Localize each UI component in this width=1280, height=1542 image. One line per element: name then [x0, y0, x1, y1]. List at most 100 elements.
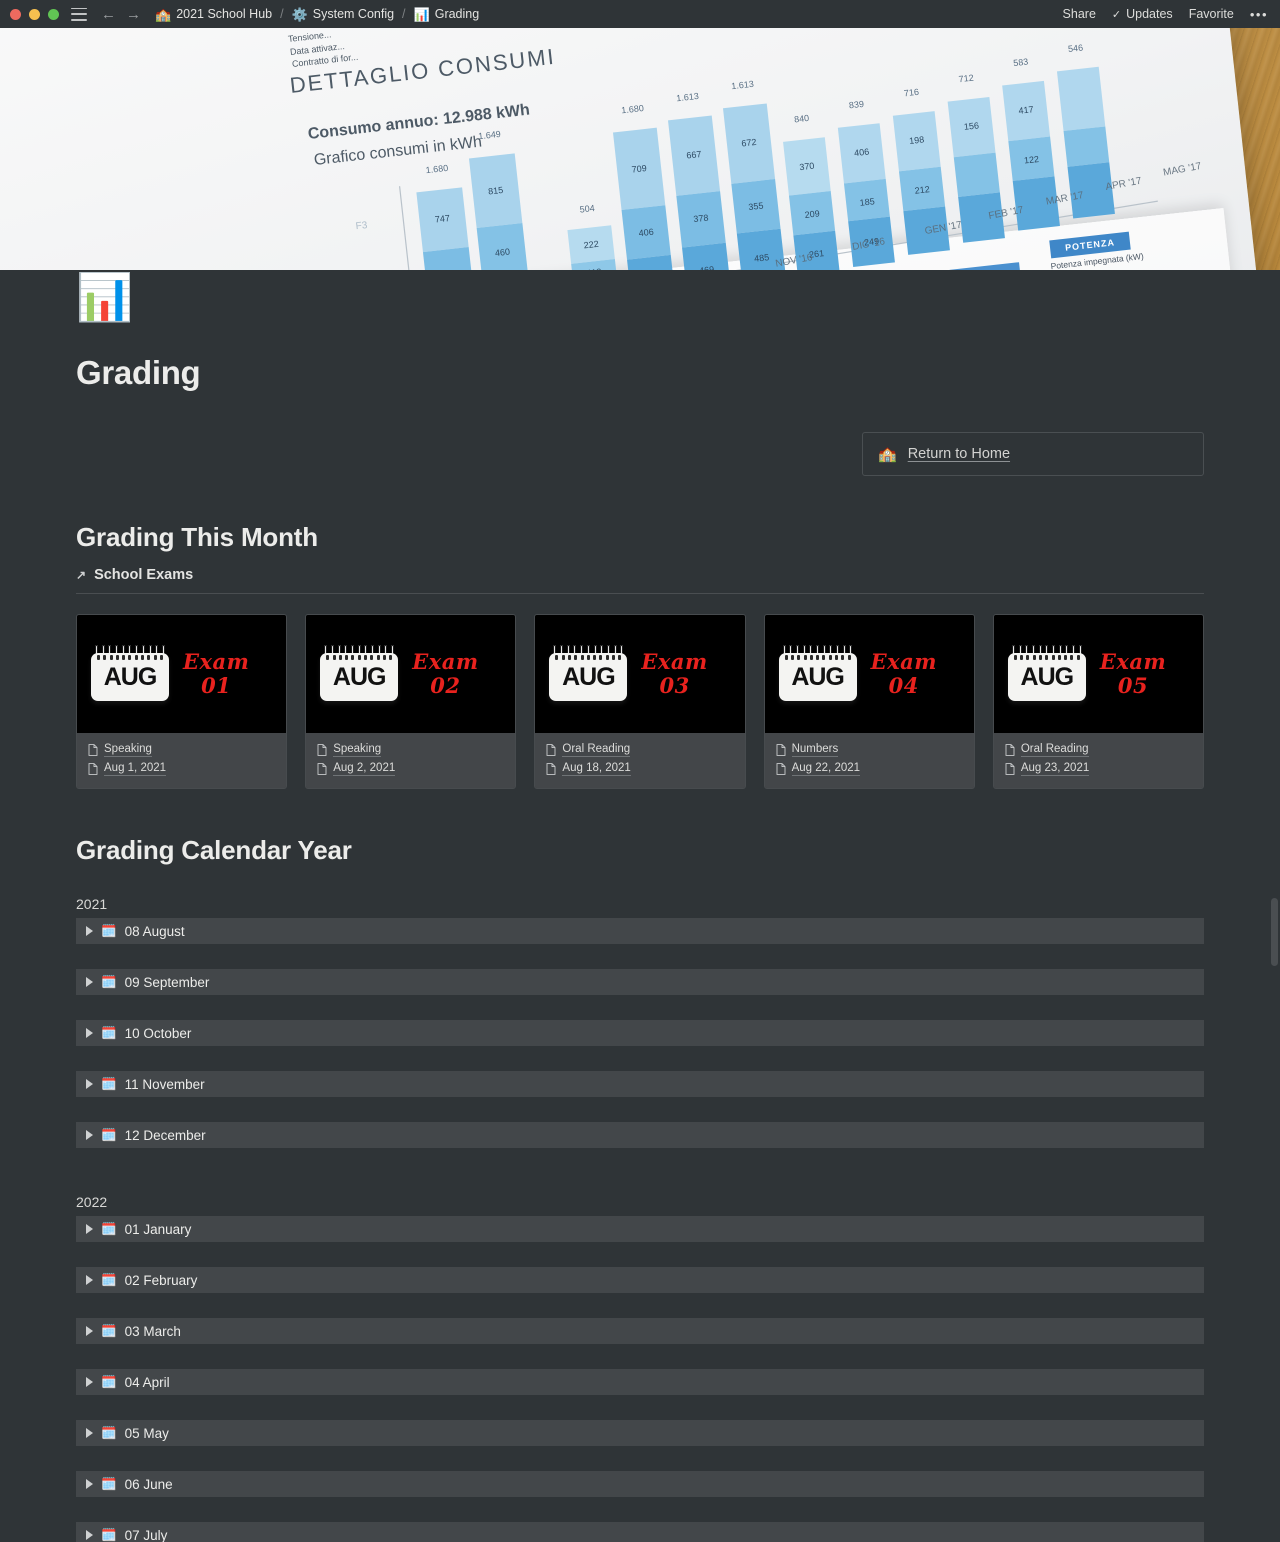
more-options-icon[interactable]: •••: [1250, 7, 1268, 22]
calendar-month-toggle[interactable]: 🗓️ 09 September: [76, 969, 1204, 995]
toggle-spacer: [0, 1446, 1280, 1471]
svg-text:667: 667: [686, 149, 702, 161]
window-controls[interactable]: [10, 8, 59, 20]
calendar-month-toggle[interactable]: 🗓️ 03 March: [76, 1318, 1204, 1344]
calendar-month-toggle[interactable]: 🗓️ 11 November: [76, 1071, 1204, 1097]
exam-card-date-row: Aug 1, 2021: [88, 762, 275, 776]
vertical-scrollbar[interactable]: [1271, 898, 1278, 966]
calendar-month-toggle[interactable]: 🗓️ 01 January: [76, 1216, 1204, 1242]
calendar-month-toggle[interactable]: 🗓️ 12 December: [76, 1122, 1204, 1148]
exam-card-properties: Numbers Aug 22, 2021: [764, 733, 974, 788]
exam-card[interactable]: AUG Exam 03 Oral Reading Aug 18, 2021: [534, 614, 746, 789]
exam-card-cover: AUG Exam 04: [764, 615, 974, 733]
chevron-right-icon[interactable]: [86, 1377, 93, 1387]
document-icon: [776, 763, 786, 775]
breadcrumb-item-school-hub[interactable]: 🏫 2021 School Hub: [155, 7, 272, 21]
minimize-button-icon[interactable]: [29, 8, 40, 20]
calendar-icon: 🗓️: [101, 923, 117, 938]
zoom-button-icon[interactable]: [48, 8, 59, 20]
return-to-home-link[interactable]: 🏫 Return to Home: [862, 432, 1204, 476]
database-divider: [76, 593, 1204, 594]
chevron-right-icon[interactable]: [86, 977, 93, 987]
chevron-right-icon[interactable]: [86, 1275, 93, 1285]
favorite-button[interactable]: Favorite: [1189, 7, 1234, 21]
chevron-right-icon[interactable]: [86, 1224, 93, 1234]
exam-card[interactable]: AUG Exam 05 Oral Reading Aug 23, 2021: [992, 614, 1205, 789]
calendar-month-toggle[interactable]: 🗓️ 02 February: [76, 1267, 1204, 1293]
share-button[interactable]: Share: [1063, 7, 1096, 21]
svg-text:122: 122: [1023, 154, 1039, 166]
exam-card[interactable]: AUG Exam 04 Numbers Aug 22, 2021: [763, 614, 975, 789]
calendar-month-label: 03 March: [124, 1323, 181, 1339]
exam-card-title-number: 05: [1117, 673, 1149, 698]
exam-card[interactable]: AUG Exam 02 Speaking Aug 2, 2021: [305, 614, 517, 789]
exam-card-properties: Speaking Aug 2, 2021: [306, 733, 516, 788]
exam-card-properties: Oral Reading Aug 23, 2021: [993, 733, 1204, 788]
page-icon[interactable]: 📊: [76, 270, 133, 324]
exam-card-subject-row: Speaking: [88, 743, 275, 757]
calendar-year-label: 2021: [76, 896, 108, 912]
calendar-icon: 🗓️: [101, 1374, 117, 1389]
exam-card-month: AUG: [332, 662, 387, 691]
svg-text:209: 209: [804, 208, 820, 220]
calendar-month-label: 05 May: [124, 1425, 169, 1441]
exam-card-subject: Oral Reading: [562, 743, 631, 757]
back-arrow-icon[interactable]: ←: [101, 7, 116, 22]
breadcrumb-item-system-config[interactable]: ⚙️ System Config: [292, 7, 394, 21]
toggle-spacer: [0, 1497, 1280, 1522]
chevron-right-icon[interactable]: [86, 1428, 93, 1438]
calendar-month-toggle[interactable]: 🗓️ 06 June: [76, 1471, 1204, 1497]
exam-card-date: Aug 22, 2021: [791, 762, 861, 776]
exam-card-date: Aug 23, 2021: [1020, 762, 1090, 776]
chevron-right-icon[interactable]: [86, 926, 93, 936]
exam-card[interactable]: AUG Exam 01 Speaking Aug 1, 2021: [76, 614, 288, 789]
database-title-label: School Exams: [94, 567, 194, 583]
exam-card-title-word: Exam: [870, 648, 937, 674]
breadcrumb-separator: /: [402, 7, 406, 21]
forward-arrow-icon[interactable]: →: [126, 7, 141, 22]
toggle-spacer: [0, 1344, 1280, 1369]
chevron-right-icon[interactable]: [86, 1079, 93, 1089]
school-icon: 🏫: [878, 445, 897, 463]
calendar-icon: 🗓️: [101, 1425, 117, 1440]
breadcrumb: 🏫 2021 School Hub / ⚙️ System Config / 📊…: [155, 7, 1063, 21]
document-icon: [546, 763, 556, 775]
calendar-month-toggle[interactable]: 🗓️ 04 April: [76, 1369, 1204, 1395]
calendar-month-toggle[interactable]: 🗓️ 07 July: [76, 1522, 1204, 1542]
breadcrumb-item-grading[interactable]: 📊 Grading: [414, 7, 480, 21]
chevron-right-icon[interactable]: [86, 1028, 93, 1038]
calendar-icon: 🗓️: [101, 1323, 117, 1338]
updates-button[interactable]: ✓ Updates: [1112, 7, 1173, 21]
exam-card-month: AUG: [103, 662, 158, 691]
calendar-month-label: 04 April: [124, 1374, 170, 1390]
exam-card-subject: Numbers: [791, 743, 839, 757]
window-titlebar: ← → 🏫 2021 School Hub / ⚙️ System Config…: [0, 0, 1280, 28]
section-heading-calendar-year: Grading Calendar Year: [76, 835, 352, 865]
svg-text:F3: F3: [355, 220, 368, 232]
calendar-month-label: 07 July: [124, 1527, 168, 1542]
chevron-right-icon[interactable]: [86, 1530, 93, 1540]
calendar-month-label: 08 August: [124, 923, 185, 939]
svg-text:378: 378: [693, 213, 709, 225]
exam-card-title-word: Exam: [641, 648, 708, 674]
exam-card-cover: AUG Exam 05: [993, 615, 1204, 733]
close-button-icon[interactable]: [10, 8, 21, 20]
page-title: Grading: [76, 354, 201, 391]
document-icon: [776, 744, 786, 756]
svg-text:546: 546: [1068, 42, 1084, 54]
chevron-right-icon[interactable]: [86, 1479, 93, 1489]
calendar-month-toggle[interactable]: 🗓️ 08 August: [76, 918, 1204, 944]
exam-card-month: AUG: [562, 662, 616, 691]
exam-card-subject-row: Speaking: [317, 743, 504, 757]
hamburger-icon[interactable]: [71, 7, 87, 21]
exam-card-cover: AUG Exam 01: [77, 615, 287, 733]
chevron-right-icon[interactable]: [86, 1326, 93, 1336]
calendar-month-toggle[interactable]: 🗓️ 05 May: [76, 1420, 1204, 1446]
calendar-month-toggle[interactable]: 🗓️ 10 October: [76, 1020, 1204, 1046]
chevron-right-icon[interactable]: [86, 1130, 93, 1140]
svg-text:406: 406: [638, 227, 654, 239]
toggle-spacer: [0, 1293, 1280, 1318]
database-title-school-exams[interactable]: ↗ School Exams: [76, 567, 1280, 583]
calendar-icon: AUG: [91, 645, 169, 703]
section-heading-this-month: Grading This Month: [76, 522, 318, 552]
